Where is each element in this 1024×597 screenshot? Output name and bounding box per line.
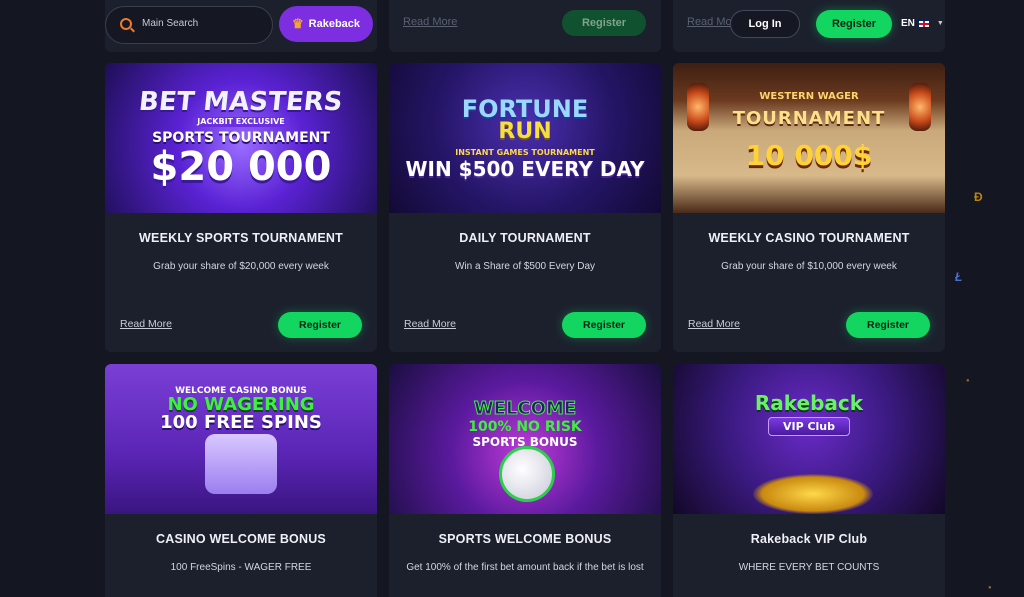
header-register-button[interactable]: Register (816, 10, 892, 38)
banner-line: WELCOME (473, 398, 577, 419)
banner-line: $20 000 (150, 144, 332, 190)
promo-card-sports-welcome: WELCOME 100% NO RISK SPORTS BONUS SPORTS… (389, 364, 661, 597)
register-button[interactable]: Register (562, 312, 646, 338)
banner-line: WIN $500 EVERY DAY (405, 157, 645, 181)
soccer-ball-icon (499, 446, 555, 502)
lantern-icon (687, 83, 709, 131)
banner-line: TOURNAMENT (732, 108, 886, 129)
crown-icon: ♛ (291, 16, 304, 31)
login-button[interactable]: Log In (730, 10, 800, 38)
card-title: WEEKLY CASINO TOURNAMENT (708, 231, 910, 245)
card-description: Grab your share of $10,000 every week (721, 261, 897, 272)
register-button[interactable]: Register (562, 10, 646, 36)
card-title: CASINO WELCOME BONUS (156, 532, 326, 546)
banner-line: WESTERN WAGER (759, 91, 859, 102)
coin-dot-icon: ● (988, 585, 992, 591)
banner-line: FORTUNE (461, 95, 589, 123)
gold-coins-icon (753, 474, 873, 514)
promo-card-weekly-sports: BET MASTERS JACKBIT EXCLUSIVE SPORTS TOU… (105, 63, 377, 352)
uk-flag-icon (917, 19, 930, 28)
language-code: EN (901, 18, 915, 29)
read-more-link[interactable]: Read More (120, 318, 172, 330)
litecoin-icon: Ł (955, 270, 963, 284)
banner-line: Rakeback (754, 390, 864, 415)
banner-line: 100 FREE SPINS (160, 411, 322, 433)
promo-banner[interactable]: WELCOME 100% NO RISK SPORTS BONUS (389, 364, 661, 514)
banner-line: JACKBIT EXCLUSIVE (193, 117, 289, 127)
banner-line: 10 000$ (745, 139, 873, 172)
card-title: SPORTS WELCOME BONUS (438, 532, 612, 546)
register-button[interactable]: Register (278, 312, 362, 338)
promo-banner[interactable]: WELCOME CASINO BONUS NO WAGERING 100 FRE… (105, 364, 377, 514)
card-description: Win a Share of $500 Every Day (454, 261, 596, 272)
banner-line: INSTANT GAMES TOURNAMENT (455, 148, 595, 157)
register-button[interactable]: Register (846, 312, 930, 338)
read-more-link[interactable]: Read More (403, 16, 457, 28)
card-description: Get 100% of the first bet amount back if… (406, 562, 644, 573)
search-input[interactable]: Main Search (105, 6, 273, 44)
promo-card-casino-welcome: WELCOME CASINO BONUS NO WAGERING 100 FRE… (105, 364, 377, 597)
promo-banner[interactable]: BET MASTERS JACKBIT EXCLUSIVE SPORTS TOU… (105, 63, 377, 213)
chevron-down-icon: ▼ (936, 20, 944, 27)
read-more-link[interactable]: Read Mo (687, 16, 732, 28)
promo-banner[interactable]: Rakeback VIP Club (673, 364, 945, 514)
top-card-2: Read More Register (389, 0, 661, 52)
coin-dot-icon: ● (966, 378, 970, 384)
banner-line: RUN (498, 119, 552, 144)
language-selector[interactable]: EN ▼ (901, 18, 944, 29)
lantern-icon (909, 83, 931, 131)
promo-banner[interactable]: FORTUNE RUN INSTANT GAMES TOURNAMENT WIN… (389, 63, 661, 213)
rakeback-button[interactable]: ♛ Rakeback (279, 6, 373, 42)
search-placeholder: Main Search (142, 18, 199, 29)
banner-line: BET MASTERS (137, 87, 345, 117)
card-description: 100 FreeSpins - WAGER FREE (170, 562, 312, 573)
search-icon (120, 18, 132, 30)
card-description: WHERE EVERY BET COUNTS (738, 562, 880, 573)
promo-banner[interactable]: WESTERN WAGER TOURNAMENT 10 000$ (673, 63, 945, 213)
read-more-link[interactable]: Read More (404, 318, 456, 330)
card-title: Rakeback VIP Club (750, 532, 868, 546)
card-title: DAILY TOURNAMENT (459, 231, 591, 245)
promo-card-weekly-casino: WESTERN WAGER TOURNAMENT 10 000$ WEEKLY … (673, 63, 945, 352)
promo-card-daily: FORTUNE RUN INSTANT GAMES TOURNAMENT WIN… (389, 63, 661, 352)
card-description: Grab your share of $20,000 every week (153, 261, 329, 272)
promo-card-rakeback-vip: Rakeback VIP Club Rakeback VIP Club WHER… (673, 364, 945, 597)
banner-line: VIP Club (767, 416, 851, 436)
banner-line: SPORTS TOURNAMENT (152, 130, 330, 146)
gift-box-icon (205, 434, 277, 494)
banner-line: NO WAGERING (167, 393, 315, 415)
dogecoin-icon: Đ (974, 190, 983, 204)
rakeback-label: Rakeback (308, 18, 361, 30)
banner-line: 100% NO RISK (468, 419, 582, 435)
read-more-link[interactable]: Read More (688, 318, 740, 330)
card-title: WEEKLY SPORTS TOURNAMENT (139, 231, 343, 245)
